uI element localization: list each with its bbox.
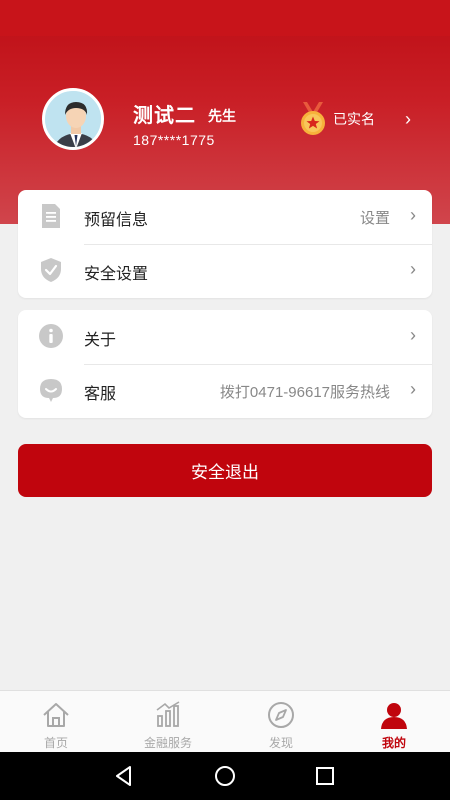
user-title: 先生 [208, 108, 236, 124]
tab-financial-services[interactable]: 金融服务 [112, 691, 224, 753]
chevron-right-icon: › [410, 259, 416, 279]
shield-icon [41, 258, 61, 282]
menu-item-about[interactable]: 关于 › [18, 310, 432, 364]
tab-label: 我的 [381, 736, 406, 750]
system-nav-bar [0, 752, 450, 800]
menu-item-label: 客服 [84, 386, 117, 403]
back-triangle-icon[interactable] [112, 764, 136, 788]
support-menu-card: 关于 › 客服 拨打0471-96617服务热线 › [18, 310, 432, 418]
status-bar [0, 0, 450, 36]
chevron-right-icon: › [410, 205, 416, 225]
home-circle-icon[interactable] [213, 764, 237, 788]
bottom-tab-bar: 首页 金融服务 发现 我的 [0, 690, 450, 752]
user-name: 测试二 [133, 105, 196, 127]
bar-chart-icon [156, 701, 180, 727]
tab-label: 发现 [268, 736, 293, 750]
menu-item-value: 设置 [359, 210, 390, 227]
tab-label: 首页 [43, 736, 68, 750]
verified-badge-button[interactable]: 已实名 › [299, 101, 419, 137]
chevron-right-icon: › [405, 109, 411, 129]
home-icon [43, 703, 69, 727]
compass-icon [268, 702, 294, 728]
info-menu-card: 预留信息 设置 › 安全设置 › [18, 190, 432, 298]
tab-home[interactable]: 首页 [0, 691, 112, 753]
tab-mine[interactable]: 我的 [338, 691, 450, 753]
chat-bubble-icon [40, 379, 62, 402]
menu-item-value: 拨打0471-96617服务热线 [219, 384, 390, 401]
verified-label: 已实名 [333, 111, 375, 127]
chevron-right-icon: › [410, 379, 416, 399]
tab-label: 金融服务 [143, 736, 192, 750]
medal-icon [301, 102, 325, 135]
person-icon [381, 703, 407, 729]
menu-item-customer-service[interactable]: 客服 拨打0471-96617服务热线 › [18, 364, 432, 418]
avatar[interactable] [42, 88, 104, 150]
info-icon [39, 324, 63, 348]
menu-item-label: 安全设置 [84, 266, 149, 283]
menu-item-label: 关于 [84, 332, 117, 349]
menu-item-label: 预留信息 [84, 212, 149, 229]
chevron-right-icon: › [410, 325, 416, 345]
user-phone: 187****1775 [133, 132, 215, 148]
document-icon [42, 204, 60, 228]
logout-button[interactable]: 安全退出 [18, 444, 432, 497]
menu-item-reserved-info[interactable]: 预留信息 设置 › [18, 190, 432, 244]
menu-item-security-settings[interactable]: 安全设置 › [18, 244, 432, 298]
tab-discover[interactable]: 发现 [225, 691, 337, 753]
recents-square-icon[interactable] [313, 764, 337, 788]
